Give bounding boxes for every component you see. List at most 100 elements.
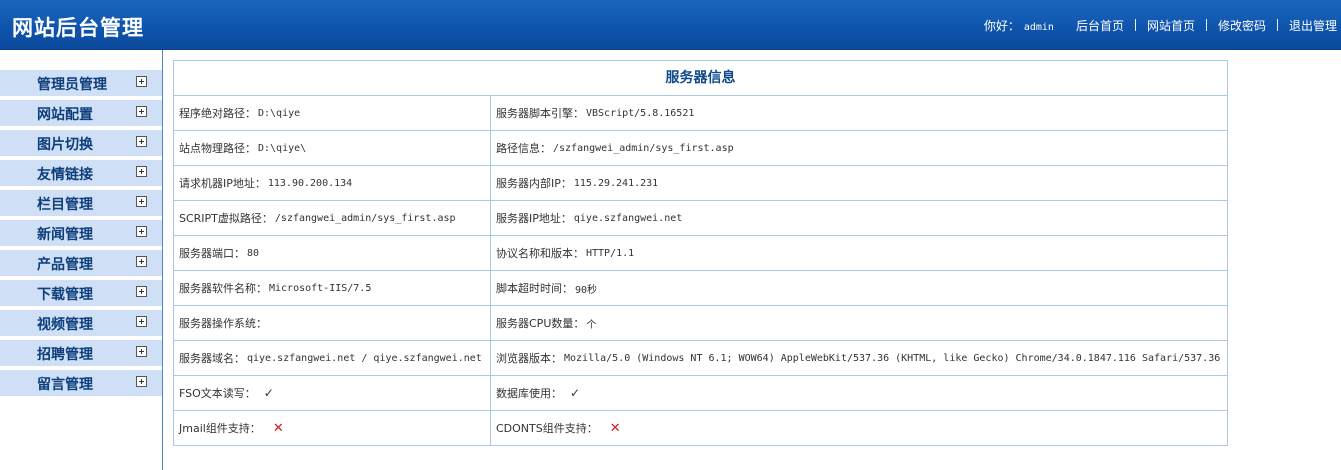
cell-value: qiye.szfangwei.net / qiye.szfangwei.net bbox=[247, 352, 482, 364]
table-row: 程序绝对路径： D:\qiye 服务器脚本引擎： VBScript/5.8.1652… bbox=[174, 96, 1227, 131]
table-row: FSO文本读写： ✓ 数据库使用： ✓ bbox=[174, 376, 1227, 411]
table-cell: 服务器内部IP： 115.29.241.231 bbox=[491, 166, 1227, 200]
cell-value: qiye.szfangwei.net bbox=[573, 212, 683, 224]
cell-label: 服务器域名： bbox=[179, 352, 245, 365]
sidebar-item-label: 栏目管理 bbox=[37, 197, 93, 213]
sidebar-item-label: 留言管理 bbox=[37, 377, 93, 393]
table-cell: 站点物理路径： D:\qiye\ bbox=[174, 131, 491, 165]
table-cell: Jmail组件支持： ✕ bbox=[174, 411, 491, 445]
cell-label: 路径信息： bbox=[496, 142, 551, 155]
cell-label: 服务器软件名称： bbox=[179, 282, 267, 295]
cell-label: 服务器内部IP： bbox=[496, 177, 572, 190]
cell-label: 数据库使用： bbox=[496, 387, 562, 400]
nav-admin-home-link[interactable]: 后台首页 bbox=[1076, 17, 1124, 34]
cell-value: 90秒 bbox=[575, 284, 598, 296]
cell-value: 115.29.241.231 bbox=[573, 177, 659, 189]
cell-label: 浏览器版本： bbox=[496, 352, 562, 365]
cell-value: 个 bbox=[586, 319, 597, 331]
cell-label: Jmail组件支持： bbox=[179, 422, 261, 435]
plus-box-icon[interactable] bbox=[136, 136, 147, 147]
cell-label: 协议名称和版本： bbox=[496, 247, 584, 260]
table-cell: 程序绝对路径： D:\qiye bbox=[174, 96, 491, 130]
cell-label: SCRIPT虚拟路径： bbox=[179, 212, 273, 225]
cell-label: FSO文本读写： bbox=[179, 387, 256, 400]
check-icon: ✓ bbox=[263, 386, 274, 400]
sidebar-item-label: 下载管理 bbox=[37, 287, 93, 303]
table-row: 服务器端口： 80 协议名称和版本： HTTP/1.1 bbox=[174, 236, 1227, 271]
cell-label: 站点物理路径： bbox=[179, 142, 256, 155]
sidebar-item-label: 管理员管理 bbox=[37, 77, 107, 93]
sidebar-item-video-management[interactable]: 视频管理 bbox=[0, 310, 162, 336]
nav-logout-link[interactable]: 退出管理 bbox=[1289, 17, 1337, 34]
site-title: 网站后台管理 bbox=[12, 16, 144, 40]
cell-value: /szfangwei_admin/sys_first.asp bbox=[274, 212, 456, 224]
table-cell: 浏览器版本： Mozilla/5.0 (Windows NT 6.1; WOW64… bbox=[491, 341, 1227, 375]
cell-value: D:\qiye\ bbox=[258, 142, 307, 154]
table-cell: 请求机器IP地址： 113.90.200.134 bbox=[174, 166, 491, 200]
nav-site-home-link[interactable]: 网站首页 bbox=[1147, 17, 1195, 34]
plus-box-icon[interactable] bbox=[136, 196, 147, 207]
table-cell: CDONTS组件支持： ✕ bbox=[491, 411, 1227, 445]
table-row: 服务器域名： qiye.szfangwei.net / qiye.szfangwe… bbox=[174, 341, 1227, 376]
cell-value: 113.90.200.134 bbox=[267, 177, 353, 189]
cell-value: Microsoft-IIS/7.5 bbox=[269, 282, 372, 294]
table-cell: 协议名称和版本： HTTP/1.1 bbox=[491, 236, 1227, 270]
table-cell: 脚本超时时间： 90秒 bbox=[491, 271, 1227, 305]
plus-box-icon[interactable] bbox=[136, 76, 147, 87]
sidebar-item-download-management[interactable]: 下载管理 bbox=[0, 280, 162, 306]
nav-change-password-link[interactable]: 修改密码 bbox=[1218, 17, 1266, 34]
cell-value: HTTP/1.1 bbox=[586, 247, 635, 259]
table-row: 站点物理路径： D:\qiye\ 路径信息：/szfangwei_admin/sy… bbox=[174, 131, 1227, 166]
table-cell: 服务器IP地址： qiye.szfangwei.net bbox=[491, 201, 1227, 235]
sidebar-item-label: 视频管理 bbox=[37, 317, 93, 333]
nav-separator bbox=[1134, 19, 1136, 31]
sidebar-item-image-slider[interactable]: 图片切换 bbox=[0, 130, 162, 156]
sidebar-item-recruitment-management[interactable]: 招聘管理 bbox=[0, 340, 162, 366]
sidebar-item-column-management[interactable]: 栏目管理 bbox=[0, 190, 162, 216]
username: admin bbox=[1023, 21, 1054, 33]
cell-label: 服务器IP地址： bbox=[496, 212, 572, 225]
server-info-table: 服务器信息 程序绝对路径： D:\qiye 服务器脚本引擎： VBScript/5.… bbox=[173, 60, 1228, 446]
cell-value: 80 bbox=[247, 247, 260, 259]
table-cell: 数据库使用： ✓ bbox=[491, 376, 1227, 410]
plus-box-icon[interactable] bbox=[136, 316, 147, 327]
check-icon: ✓ bbox=[570, 386, 581, 400]
cell-value: /szfangwei_admin/sys_first.asp bbox=[553, 142, 734, 154]
cell-label: 服务器端口： bbox=[179, 247, 245, 260]
cross-icon: ✕ bbox=[272, 420, 284, 436]
plus-box-icon[interactable] bbox=[136, 166, 147, 177]
sidebar-item-site-config[interactable]: 网站配置 bbox=[0, 100, 162, 126]
plus-box-icon[interactable] bbox=[136, 106, 147, 117]
cross-icon: ✕ bbox=[609, 420, 621, 436]
sidebar-menu: 管理员管理 网站配置 图片切换 友情链接 栏目管理 新闻管理 产品管理 下载管理… bbox=[0, 70, 162, 400]
plus-box-icon[interactable] bbox=[136, 376, 147, 387]
sidebar-item-message-management[interactable]: 留言管理 bbox=[0, 370, 162, 396]
table-cell: 服务器操作系统： bbox=[174, 306, 491, 340]
sidebar-item-label: 友情链接 bbox=[37, 167, 93, 183]
cell-label: 服务器CPU数量： bbox=[496, 317, 585, 330]
sidebar-item-label: 图片切换 bbox=[37, 137, 93, 153]
plus-box-icon[interactable] bbox=[136, 286, 147, 297]
plus-box-icon[interactable] bbox=[136, 346, 147, 357]
cell-label: 程序绝对路径： bbox=[179, 107, 256, 120]
table-cell: 服务器CPU数量：个 bbox=[491, 306, 1227, 340]
cell-value: D:\qiye bbox=[258, 107, 301, 119]
table-cell: 服务器端口： 80 bbox=[174, 236, 491, 270]
table-row: SCRIPT虚拟路径：/szfangwei_admin/sys_first.as… bbox=[174, 201, 1227, 236]
plus-box-icon[interactable] bbox=[136, 226, 147, 237]
sidebar-item-news-management[interactable]: 新闻管理 bbox=[0, 220, 162, 246]
greeting-label: 你好： bbox=[983, 18, 1020, 33]
sidebar-item-label: 网站配置 bbox=[37, 107, 93, 123]
sidebar-item-admin-management[interactable]: 管理员管理 bbox=[0, 70, 162, 96]
sidebar-item-label: 新闻管理 bbox=[37, 227, 93, 243]
sidebar-item-product-management[interactable]: 产品管理 bbox=[0, 250, 162, 276]
sidebar-item-friend-links[interactable]: 友情链接 bbox=[0, 160, 162, 186]
nav-separator bbox=[1276, 19, 1278, 31]
table-title: 服务器信息 bbox=[174, 61, 1227, 96]
top-nav: 你好： admin 后台首页 网站首页 修改密码 退出管理 bbox=[984, 17, 1337, 33]
table-row: 服务器操作系统： 服务器CPU数量：个 bbox=[174, 306, 1227, 341]
table-cell: 服务器域名： qiye.szfangwei.net / qiye.szfangwe… bbox=[174, 341, 491, 375]
plus-box-icon[interactable] bbox=[136, 256, 147, 267]
nav-separator bbox=[1205, 19, 1207, 31]
header-bar: 网站后台管理 你好： admin 后台首页 网站首页 修改密码 退出管理 bbox=[0, 0, 1341, 50]
